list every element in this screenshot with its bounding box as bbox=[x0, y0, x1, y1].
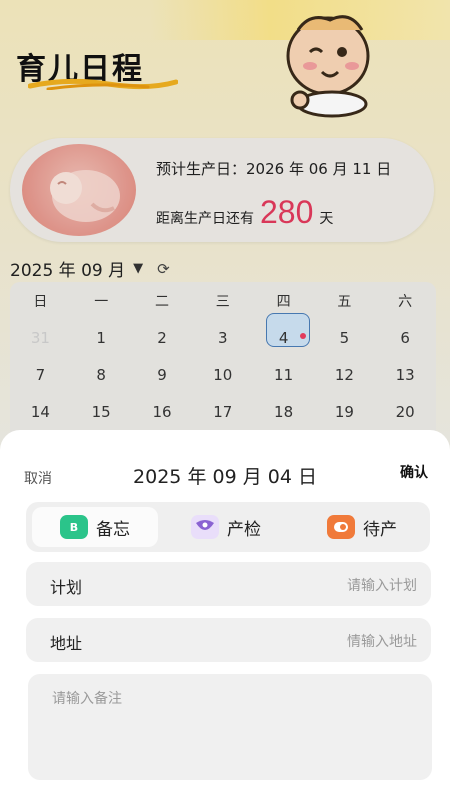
calendar-day-number: 3 bbox=[218, 328, 228, 347]
tab-memo-label: 备忘 bbox=[96, 519, 130, 540]
memo-textarea[interactable]: 请输入备注 bbox=[28, 674, 432, 780]
memo-icon: B bbox=[60, 515, 88, 539]
checkup-icon bbox=[191, 515, 219, 539]
sheet-date-title: 2025 年 09 月 04 日 bbox=[133, 466, 317, 488]
calendar-day-number: 6 bbox=[400, 328, 410, 347]
tab-labor-label: 待产 bbox=[363, 519, 397, 540]
labor-icon bbox=[327, 515, 355, 539]
calendar-day-number: 7 bbox=[35, 365, 46, 384]
calendar-day-number: 5 bbox=[339, 328, 350, 347]
confirm-button[interactable]: 确认 bbox=[400, 462, 428, 482]
calendar-day-number: 20 bbox=[395, 402, 415, 421]
calendar-day-number: 10 bbox=[213, 365, 233, 384]
calendar-day-number: 31 bbox=[30, 328, 50, 347]
event-dot-icon bbox=[300, 332, 307, 339]
calendar-day-number: 2 bbox=[157, 328, 167, 347]
address-label: 地址 bbox=[50, 634, 83, 653]
calendar-day-number: 4 bbox=[278, 328, 289, 347]
memo-placeholder: 请输入备注 bbox=[52, 691, 122, 707]
calendar-day-number: 11 bbox=[274, 365, 294, 384]
tab-memo[interactable]: B 备忘 bbox=[32, 507, 158, 547]
calendar-day-number: 18 bbox=[274, 402, 294, 421]
calendar-day-number: 14 bbox=[30, 402, 50, 421]
calendar-day-number: 1 bbox=[96, 328, 106, 347]
plan-input[interactable]: 请输入计划 bbox=[347, 575, 417, 595]
tab-checkup[interactable]: 产检 bbox=[158, 507, 294, 547]
plan-field[interactable]: 计划 请输入计划 bbox=[26, 562, 431, 606]
calendar-day-number: 13 bbox=[395, 365, 415, 384]
address-field[interactable]: 地址 情输入地址 bbox=[26, 618, 431, 662]
calendar-day-number: 19 bbox=[334, 402, 354, 421]
calendar-day-number: 12 bbox=[334, 365, 354, 384]
address-input[interactable]: 情输入地址 bbox=[347, 631, 417, 651]
calendar-day-number: 9 bbox=[157, 365, 167, 384]
plan-label: 计划 bbox=[50, 578, 83, 597]
tab-checkup-label: 产检 bbox=[227, 519, 261, 540]
calendar-day-number: 16 bbox=[152, 402, 172, 421]
type-segmented-control: B 备忘 产检 待产 bbox=[26, 502, 430, 552]
add-schedule-sheet: 取消 2025 年 09 月 04 日 确认 B 备忘 产检 待产 计划 请输入… bbox=[0, 430, 450, 800]
calendar-day-number: 8 bbox=[96, 365, 106, 384]
calendar-day-number: 15 bbox=[91, 402, 111, 421]
tab-labor[interactable]: 待产 bbox=[294, 507, 430, 547]
calendar-day-number: 17 bbox=[213, 402, 233, 421]
